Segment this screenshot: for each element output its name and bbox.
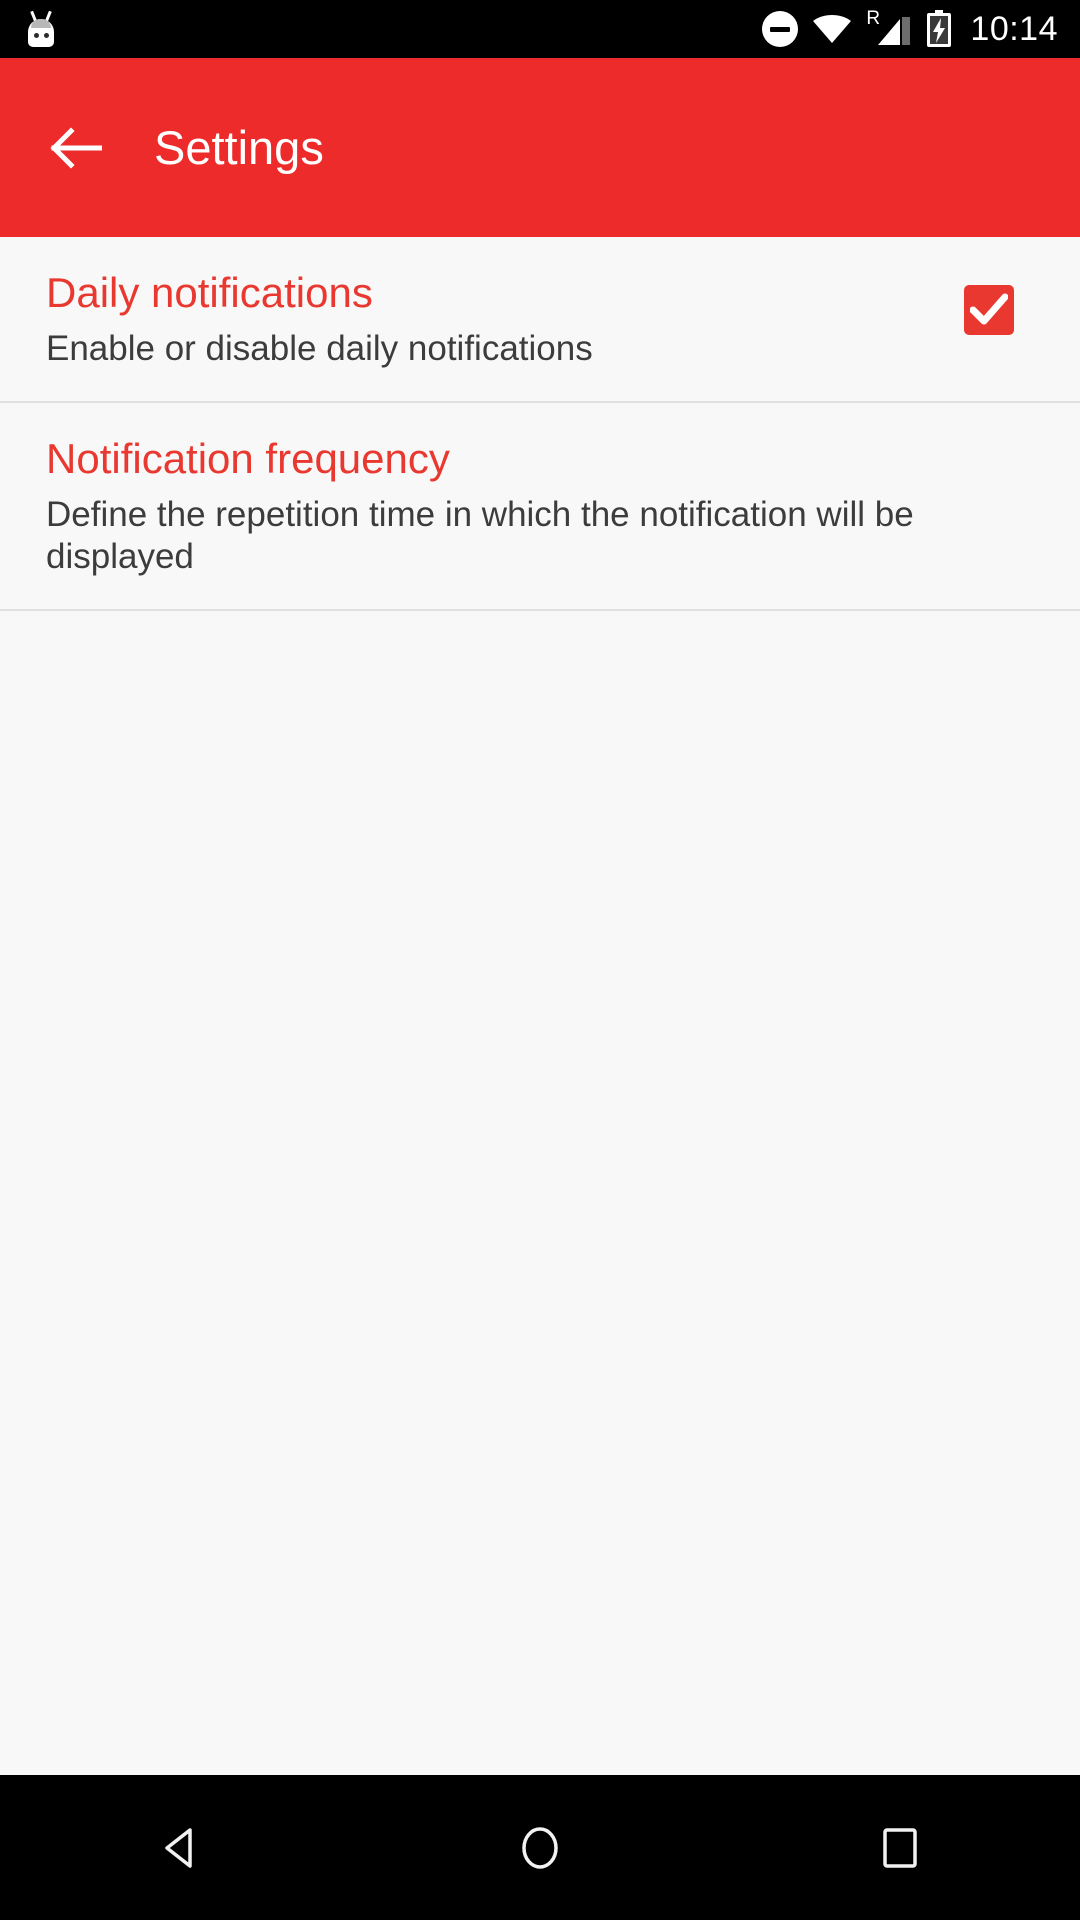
preference-text-group: Daily notifications Enable or disable da…: [46, 269, 944, 371]
settings-list: Daily notifications Enable or disable da…: [0, 237, 1080, 1775]
navigation-bar: [0, 1775, 1080, 1920]
status-bar-right: R 10:14: [762, 9, 1058, 48]
list-divider: [0, 609, 1080, 612]
daily-notifications-checkbox[interactable]: [964, 285, 1014, 335]
wifi-icon: [812, 14, 852, 44]
recents-nav-icon[interactable]: [820, 1793, 980, 1903]
preference-summary: Enable or disable daily notifications: [46, 329, 593, 369]
home-nav-icon[interactable]: [460, 1793, 620, 1903]
do-not-disturb-icon: [762, 11, 799, 47]
preference-title: Daily notifications: [46, 269, 373, 316]
roaming-signal-icon: R: [866, 9, 912, 47]
preference-row-daily-notifications[interactable]: Daily notifications Enable or disable da…: [0, 237, 1080, 401]
back-nav-icon[interactable]: [100, 1793, 260, 1903]
status-bar: R 10:14: [0, 0, 1080, 58]
page-title: Settings: [154, 121, 324, 174]
preference-widget-frame: [944, 269, 1034, 335]
android-mascot-icon: [24, 10, 58, 47]
preference-row-notification-frequency[interactable]: Notification frequency Define the repeti…: [0, 403, 1080, 609]
app-bar: Settings: [0, 58, 1080, 237]
status-bar-clock: 10:14: [970, 10, 1058, 48]
status-bar-left: [24, 10, 58, 47]
preference-text-group: Notification frequency Define the repeti…: [46, 435, 1034, 579]
preference-summary: Define the repetition time in which the …: [46, 494, 914, 577]
battery-charging-icon: [926, 10, 952, 48]
back-arrow-icon[interactable]: [40, 112, 112, 184]
preference-title: Notification frequency: [46, 434, 450, 482]
